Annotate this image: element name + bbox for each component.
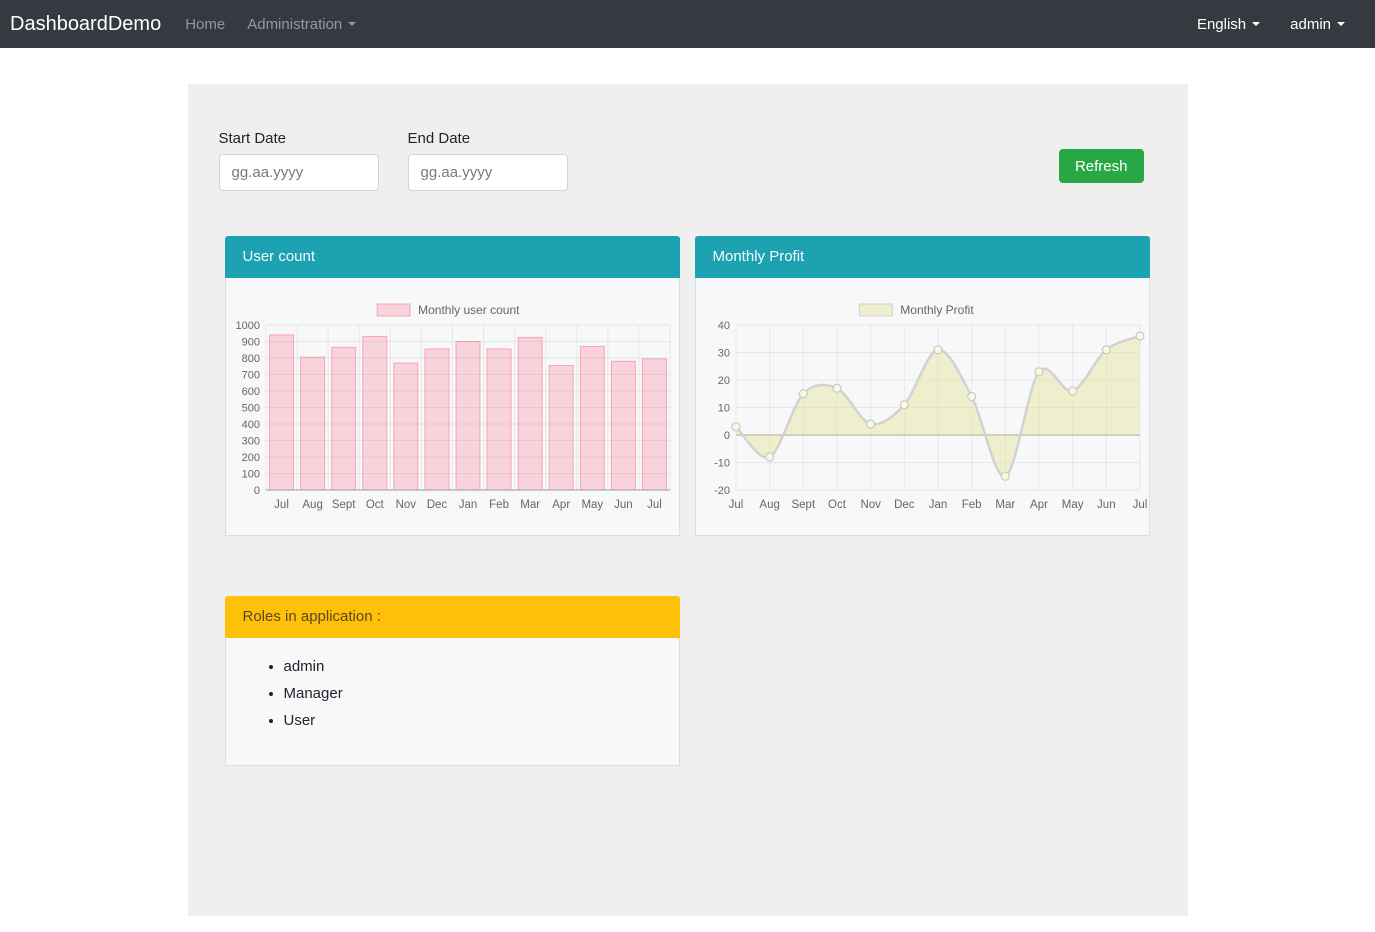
svg-text:Mar: Mar	[520, 499, 540, 511]
svg-text:Feb: Feb	[961, 499, 981, 511]
nav-item-administration-label: Administration	[247, 16, 342, 33]
chevron-down-icon	[348, 22, 356, 26]
svg-text:900: 900	[241, 337, 259, 349]
end-date-label: End Date	[408, 130, 568, 147]
monthly-profit-line-chart: Monthly Profit -20 -10 0 10 20 30 40 Jul Aug Sept O…	[696, 278, 1149, 530]
list-item: admin	[284, 656, 679, 677]
svg-text:1000: 1000	[235, 320, 259, 332]
list-item: Manager	[284, 683, 679, 704]
monthly-profit-panel: Monthly Profit Monthly Profit -20 -10 0 10 20…	[695, 236, 1150, 536]
user-count-chart-body: Monthly user count 0 100 200 300 400 500 600 700…	[225, 278, 680, 536]
nav-links: Home Administration	[185, 16, 356, 33]
start-date-label: Start Date	[219, 130, 379, 147]
svg-text:Jul: Jul	[274, 499, 289, 511]
chevron-down-icon	[1337, 22, 1345, 26]
svg-text:Aug: Aug	[302, 499, 322, 511]
svg-text:Jan: Jan	[458, 499, 477, 511]
svg-text:Aug: Aug	[759, 499, 779, 511]
svg-text:30: 30	[717, 348, 729, 360]
svg-text:Jun: Jun	[614, 499, 633, 511]
svg-text:Apr: Apr	[552, 499, 570, 511]
svg-text:Oct: Oct	[828, 499, 847, 511]
svg-text:20: 20	[717, 375, 729, 387]
svg-text:600: 600	[241, 386, 259, 398]
roles-list: admin Manager User	[226, 656, 679, 731]
svg-text:Jan: Jan	[928, 499, 947, 511]
svg-text:May: May	[581, 499, 603, 511]
nav-item-home[interactable]: Home	[185, 16, 225, 33]
svg-text:Apr: Apr	[1030, 499, 1048, 511]
svg-text:-20: -20	[714, 485, 730, 497]
charts-row: User count Monthly user count01002003004…	[188, 236, 1188, 536]
svg-text:800: 800	[241, 353, 259, 365]
svg-text:40: 40	[717, 320, 729, 332]
svg-text:100: 100	[241, 469, 259, 481]
svg-text:Nov: Nov	[860, 499, 881, 511]
svg-text:Monthly user count: Monthly user count	[418, 303, 520, 317]
svg-text:400: 400	[241, 419, 259, 431]
svg-text:Jul: Jul	[728, 499, 743, 511]
svg-text:0: 0	[723, 430, 729, 442]
navbar: DashboardDemo Home Administration Englis…	[0, 0, 1375, 48]
svg-text:200: 200	[241, 452, 259, 464]
svg-text:Sept: Sept	[331, 499, 355, 511]
roles-panel-title: Roles in application :	[225, 596, 680, 638]
main-container: Start Date End Date Refresh User count M…	[188, 84, 1188, 916]
end-date-input[interactable]	[408, 154, 568, 191]
nav-right: English admin	[1197, 16, 1345, 33]
svg-text:May: May	[1061, 499, 1083, 511]
svg-text:300: 300	[241, 436, 259, 448]
monthly-profit-chart-body: Monthly Profit -20 -10 0 10 20 30 40 Jul Aug Sept O…	[695, 278, 1150, 536]
brand[interactable]: DashboardDemo	[10, 13, 161, 36]
svg-text:500: 500	[241, 403, 259, 415]
svg-text:0: 0	[253, 485, 259, 497]
user-count-bar-chart: Monthly user count 0 100 200 300 400 500 600 700…	[226, 278, 679, 530]
svg-text:Feb: Feb	[489, 499, 509, 511]
roles-panel: Roles in application : admin Manager Use…	[225, 596, 680, 766]
svg-text:10: 10	[717, 403, 729, 415]
svg-text:Jul: Jul	[1132, 499, 1147, 511]
list-item: User	[284, 710, 679, 731]
svg-text:Oct: Oct	[365, 499, 384, 511]
user-count-panel-title: User count	[225, 236, 680, 278]
svg-text:Sept: Sept	[791, 499, 815, 511]
language-dropdown-label: English	[1197, 16, 1246, 33]
start-date-group: Start Date	[219, 130, 379, 191]
filter-row: Start Date End Date Refresh	[188, 84, 1188, 191]
chevron-down-icon	[1252, 22, 1260, 26]
user-count-panel: User count Monthly user count 0 100 200 300 4…	[225, 236, 680, 536]
svg-text:700: 700	[241, 370, 259, 382]
user-dropdown-label: admin	[1290, 16, 1331, 33]
svg-text:Monthly Profit: Monthly Profit	[900, 303, 974, 317]
language-dropdown[interactable]: English	[1197, 16, 1260, 33]
svg-text:Jun: Jun	[1097, 499, 1116, 511]
svg-text:Dec: Dec	[426, 499, 447, 511]
svg-text:-10: -10	[714, 458, 730, 470]
svg-text:Mar: Mar	[995, 499, 1015, 511]
roles-row: Roles in application : admin Manager Use…	[188, 596, 1188, 766]
roles-panel-body: admin Manager User	[225, 638, 680, 766]
refresh-button[interactable]: Refresh	[1059, 149, 1144, 183]
monthly-profit-panel-title: Monthly Profit	[695, 236, 1150, 278]
user-dropdown[interactable]: admin	[1290, 16, 1345, 33]
svg-text:Dec: Dec	[894, 499, 915, 511]
nav-item-administration[interactable]: Administration	[247, 16, 356, 33]
svg-text:Nov: Nov	[395, 499, 416, 511]
start-date-input[interactable]	[219, 154, 379, 191]
svg-text:Jul: Jul	[647, 499, 662, 511]
end-date-group: End Date	[408, 130, 568, 191]
